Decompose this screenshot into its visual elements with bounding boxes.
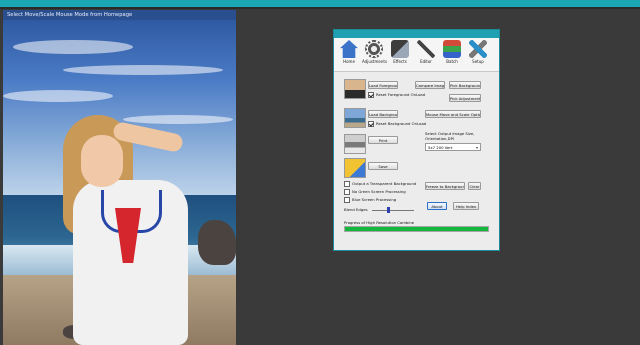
help-index-button[interactable]: Help Index — [453, 202, 479, 210]
progress-bar — [344, 226, 489, 232]
blue-screen-label: Blue Screen Processing — [352, 197, 397, 202]
orientation-dpi-label: Orientation,DPI — [425, 136, 454, 141]
tab-effects-label: Effects — [393, 59, 407, 64]
cloud — [3, 90, 113, 102]
printer-icon — [344, 134, 366, 154]
about-button[interactable]: About — [427, 202, 447, 210]
tab-adjustments-label: Adjustments — [362, 59, 388, 64]
main-panel: Load Foreground Compare Images Pick Back… — [334, 72, 499, 250]
clear-button[interactable]: Clear — [468, 182, 481, 190]
output-transparent-checkbox[interactable]: Output a Transparent Background — [344, 181, 416, 187]
load-foreground-button[interactable]: Load Foreground — [368, 81, 398, 89]
print-button[interactable]: Print — [368, 136, 398, 144]
pick-background-button[interactable]: Pick Background — [449, 81, 481, 89]
mouse-move-scale-button[interactable]: Mouse Move and Scale Options — [425, 110, 481, 118]
compare-images-button[interactable]: Compare Images — [415, 81, 445, 89]
progress-label: Progress of High Resolution Combine — [344, 220, 415, 225]
cloud — [123, 115, 233, 124]
composite-image[interactable] — [3, 20, 236, 345]
tab-home[interactable]: Home — [337, 40, 361, 70]
pick-adjustment-button[interactable]: Pick Adjustment — [449, 94, 481, 102]
slider-thumb[interactable] — [387, 207, 391, 213]
batch-icon — [443, 40, 461, 58]
save-button[interactable]: Save — [368, 162, 398, 170]
top-accent-strip — [0, 0, 640, 7]
rock — [198, 220, 236, 265]
foreground-thumbnail — [344, 79, 366, 99]
toolbar: Home Adjustments Effects Editor Batch Se… — [334, 38, 499, 72]
background-thumbnail — [344, 108, 366, 128]
home-icon — [340, 40, 358, 58]
blend-edges-label: Blend Edges — [344, 207, 368, 212]
tab-batch-label: Batch — [446, 59, 458, 64]
effects-icon — [391, 40, 409, 58]
progress-fill — [345, 227, 488, 231]
app-dialog: Home Adjustments Effects Editor Batch Se… — [333, 29, 500, 251]
output-transparent-label: Output a Transparent Background — [352, 181, 417, 186]
pen-icon — [417, 40, 435, 58]
image-window-title: Select Move/Scale Mouse Mode from Homepa… — [3, 10, 236, 20]
tab-batch[interactable]: Batch — [440, 40, 464, 70]
chevron-down-icon: ▾ — [475, 145, 478, 150]
app-title-bar — [334, 30, 499, 38]
no-green-screen-checkbox[interactable]: No Green Screen Processing — [344, 189, 406, 195]
image-preview-window: Select Move/Scale Mouse Mode from Homepa… — [3, 10, 236, 345]
tab-editor[interactable]: Editor — [414, 40, 438, 70]
blue-screen-checkbox[interactable]: Blue Screen Processing — [344, 197, 396, 203]
reset-background-checkbox[interactable]: Reset Background OnLoad — [368, 121, 426, 127]
save-folder-icon — [344, 158, 366, 178]
girl-face — [81, 135, 123, 187]
tools-icon — [469, 40, 487, 58]
cloud — [63, 65, 223, 75]
reset-background-label: Reset Background OnLoad — [376, 121, 427, 126]
checkbox-box — [344, 189, 350, 195]
checkbox-box — [368, 92, 374, 98]
output-size-value: 5x7 200 Vert — [428, 145, 453, 150]
reset-foreground-checkbox[interactable]: Reset Foreground OnLoad — [368, 92, 425, 98]
reset-foreground-label: Reset Foreground OnLoad — [376, 92, 426, 97]
tab-effects[interactable]: Effects — [388, 40, 412, 70]
no-green-screen-label: No Green Screen Processing — [352, 189, 406, 194]
blend-edges-slider[interactable] — [372, 207, 414, 213]
tab-setup-label: Setup — [472, 59, 484, 64]
checkbox-box — [368, 121, 374, 127]
gear-icon — [365, 40, 383, 58]
cloud — [13, 40, 133, 54]
tab-setup[interactable]: Setup — [466, 40, 490, 70]
tab-home-label: Home — [343, 59, 355, 64]
freeze-background-button[interactable]: Freeze to Background — [425, 182, 465, 190]
tab-adjustments[interactable]: Adjustments — [362, 40, 388, 70]
slider-track — [372, 210, 414, 211]
tab-editor-label: Editor — [420, 59, 432, 64]
checkbox-box — [344, 181, 350, 187]
top-dark-strip — [0, 7, 640, 9]
output-size-select[interactable]: 5x7 200 Vert ▾ — [425, 143, 481, 151]
load-background-button[interactable]: Load Background — [368, 110, 398, 118]
checkbox-box — [344, 197, 350, 203]
